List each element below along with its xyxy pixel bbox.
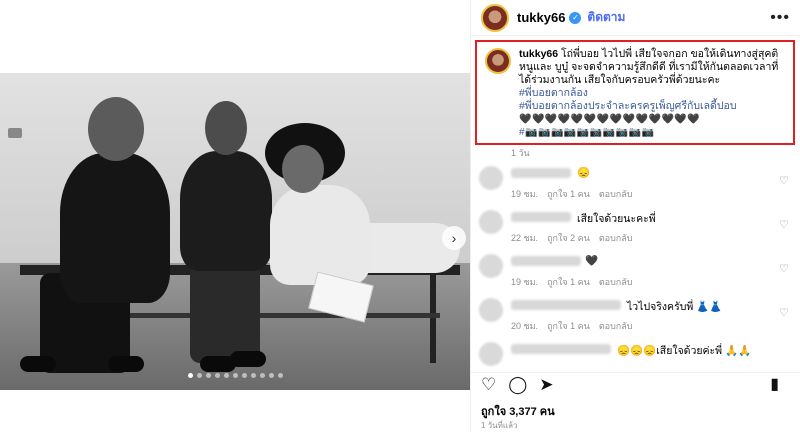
- media-pane: ›: [0, 0, 470, 432]
- comment-row: เสียใจด้วยนะคะพี่ 22 ชม. ถูกใจ 2 คน ตอบกลั…: [471, 204, 800, 248]
- carousel-dots: [0, 373, 470, 378]
- comment-likes[interactable]: ถูกใจ 1 คน: [547, 277, 590, 287]
- reply-button[interactable]: ตอบกลับ: [599, 321, 633, 331]
- comment-time: 20 ชม.: [511, 321, 539, 331]
- hashtag-link[interactable]: #พี่บอยตากล้อง: [519, 87, 588, 99]
- avatar[interactable]: [479, 166, 503, 190]
- comment-username-blurred[interactable]: [511, 300, 621, 310]
- posted-time: 1 วันที่แล้ว: [481, 421, 518, 430]
- person-2-body: [180, 151, 272, 271]
- caption-text-block: tukky66 โถ่พี่บอย ไวไปพี่ เสียใจจกอก ขอใ…: [519, 48, 785, 138]
- comment-text: 😞😞😞เสียใจด้วยค่ะพี่ 🙏🙏: [617, 345, 752, 357]
- carousel-dot: [241, 373, 247, 378]
- photo-outlet: [8, 128, 22, 138]
- comment-username-blurred[interactable]: [511, 344, 611, 354]
- person-2-legs: [190, 263, 260, 363]
- comment-text: 🖤: [585, 255, 599, 267]
- comment-likes[interactable]: ถูกใจ 1 คน: [547, 321, 590, 331]
- post-photo[interactable]: [0, 73, 470, 390]
- comment-meta: 20 ชม. ถูกใจ 1 คน ตอบกลับ: [511, 319, 641, 333]
- likes-count[interactable]: ถูกใจ 3,377 คน: [481, 402, 555, 420]
- share-icon[interactable]: ➤: [539, 376, 553, 393]
- comment-text: เสียใจด้วยนะคะพี่: [577, 213, 656, 225]
- person-2-head: [205, 101, 247, 155]
- comment-time: 19 ชม.: [511, 189, 539, 199]
- comment-meta: 19 ชม. ถูกใจ 1 คน ตอบกลับ: [511, 275, 641, 289]
- comment-text: ไวไปจริงครับพี่ 👗👗: [627, 301, 723, 313]
- heart-icon[interactable]: ♡: [779, 262, 789, 275]
- comment-row: ไวไปจริงครับพี่ 👗👗 20 ชม. ถูกใจ 1 คน ตอบกล…: [471, 292, 800, 336]
- carousel-dot: [268, 373, 274, 378]
- post-header: tukky66 ✓ ติดตาม •••: [471, 0, 800, 36]
- carousel-dot: [205, 373, 211, 378]
- avatar[interactable]: [479, 298, 503, 322]
- emoji-cameras[interactable]: #📷📷📷📷📷📷📷📷📷📷: [519, 127, 655, 138]
- person-1-body: [60, 153, 170, 303]
- follow-button[interactable]: ติดตาม: [587, 8, 625, 27]
- avatar[interactable]: [479, 342, 503, 366]
- person-3-body: [270, 185, 370, 285]
- comment-icon[interactable]: ◯: [508, 376, 527, 393]
- instagram-post-view: › tukky66 ✓ ติดตาม ••• tukky66 โถ่พี่บอย…: [0, 0, 800, 432]
- carousel-dot: [259, 373, 265, 378]
- shoe: [108, 356, 144, 372]
- person-1-head: [88, 97, 144, 161]
- caption-highlight: tukky66 โถ่พี่บอย ไวไปพี่ เสียใจจกอก ขอใ…: [475, 40, 795, 145]
- carousel-dot: [214, 373, 220, 378]
- more-options-icon[interactable]: •••: [770, 9, 790, 27]
- comment-time: 22 ชม.: [511, 233, 539, 243]
- heart-icon[interactable]: ♡: [481, 376, 496, 393]
- comment-likes[interactable]: ถูกใจ 2 คน: [547, 233, 590, 243]
- caption-username[interactable]: tukky66: [519, 48, 558, 60]
- post-side-panel: tukky66 ✓ ติดตาม ••• tukky66 โถ่พี่บอย ไ…: [470, 0, 800, 432]
- hashtag-link[interactable]: #พี่บอยตากล้องประจำละครครูเพ็ญศรีกับเลดี…: [519, 100, 736, 112]
- reply-button[interactable]: ตอบกลับ: [599, 277, 633, 287]
- comment-text: 😞: [577, 167, 591, 179]
- emoji-hearts: 🖤🖤🖤🖤🖤🖤🖤🖤🖤🖤🖤🖤🖤🖤: [519, 114, 701, 125]
- action-bar: ♡ ◯ ➤ ▮: [471, 372, 800, 396]
- comment-row: 😞 19 ชม. ถูกใจ 1 คน ตอบกลับ ♡: [471, 160, 800, 204]
- avatar[interactable]: [479, 210, 503, 234]
- comment-meta: 22 ชม. ถูกใจ 2 คน ตอบกลับ: [511, 231, 641, 245]
- person-3-head: [282, 145, 324, 193]
- heart-icon[interactable]: ♡: [779, 174, 789, 187]
- avatar[interactable]: [481, 3, 509, 32]
- comment-row: 🖤 19 ชม. ถูกใจ 1 คน ตอบกลับ ♡: [471, 248, 800, 292]
- carousel-dot: [196, 373, 202, 378]
- reply-button[interactable]: ตอบกลับ: [599, 233, 633, 243]
- comment-username-blurred[interactable]: [511, 212, 571, 222]
- comment-username-blurred[interactable]: [511, 256, 581, 266]
- caption-body: โถ่พี่บอย ไวไปพี่ เสียใจจกอก ขอให้เดินทา…: [519, 48, 779, 86]
- carousel-dot: [223, 373, 229, 378]
- comment-list: 😞 19 ชม. ถูกใจ 1 คน ตอบกลับ ♡ เสียใจด้วยนะ…: [471, 160, 800, 380]
- post-username[interactable]: tukky66: [517, 10, 565, 25]
- heart-icon[interactable]: ♡: [779, 306, 789, 319]
- carousel-dot: [187, 373, 193, 378]
- carousel-dot: [277, 373, 283, 378]
- comment-meta: 19 ชม. ถูกใจ 1 คน ตอบกลับ: [511, 187, 641, 201]
- caption-time: 1 วัน: [511, 148, 530, 158]
- heart-icon[interactable]: ♡: [779, 218, 789, 231]
- comment-time: 19 ชม.: [511, 277, 539, 287]
- bookmark-icon[interactable]: ▮: [770, 376, 779, 393]
- avatar[interactable]: [479, 254, 503, 278]
- caption-avatar[interactable]: [485, 48, 511, 74]
- shoe: [20, 356, 56, 372]
- comment-likes[interactable]: ถูกใจ 1 คน: [547, 189, 590, 199]
- comment-username-blurred[interactable]: [511, 168, 571, 178]
- photo-bench-leg: [430, 273, 436, 363]
- carousel-dot: [250, 373, 256, 378]
- verified-icon: ✓: [569, 11, 582, 24]
- carousel-dot: [232, 373, 238, 378]
- reply-button[interactable]: ตอบกลับ: [599, 189, 633, 199]
- shoe: [230, 351, 266, 367]
- carousel-next-icon[interactable]: ›: [442, 226, 466, 250]
